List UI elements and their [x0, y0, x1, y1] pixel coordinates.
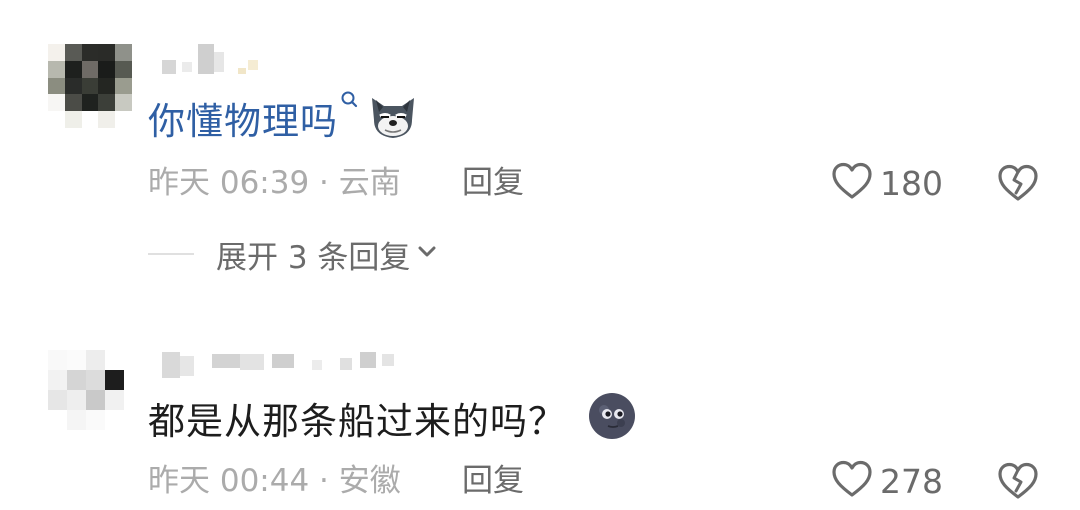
search-icon[interactable] [340, 90, 358, 130]
like-count: 278 [880, 461, 943, 501]
like-button[interactable]: 278 [830, 459, 943, 503]
comment-text: 都是从那条船过来的吗？ [148, 400, 566, 443]
like-button[interactable]: 180 [830, 161, 943, 205]
broken-heart-icon[interactable] [996, 461, 1040, 505]
comment-time-location: 昨天 00:44 · 安徽 [148, 463, 401, 499]
heart-icon [830, 161, 874, 205]
avatar[interactable] [48, 350, 124, 430]
username-pixelated[interactable] [162, 350, 422, 380]
heart-icon [830, 459, 874, 503]
wolf-face-icon [368, 92, 418, 144]
avatar[interactable] [48, 44, 132, 128]
comment-time-location: 昨天 06:39 · 云南 [148, 165, 401, 201]
expand-replies-button[interactable]: 展开 3 条回复 [148, 234, 438, 276]
new-moon-face-icon [588, 392, 636, 444]
comment-item: 都是从那条船过来的吗？ 昨天 00:44 · 安徽 回复 278 [0, 330, 1080, 510]
like-count: 180 [880, 163, 943, 203]
divider [148, 253, 194, 255]
reply-button[interactable]: 回复 [462, 163, 524, 203]
reply-button[interactable]: 回复 [462, 461, 524, 501]
username-pixelated[interactable] [162, 44, 272, 74]
chevron-down-icon [416, 244, 438, 264]
comment-item: 你懂物理吗 昨天 06:39 · 云南 回复 180 展开 3 条回复 [0, 0, 1080, 300]
comment-text: 你懂物理吗 [148, 100, 338, 143]
expand-replies-label: 展开 3 条回复 [216, 239, 411, 276]
broken-heart-icon[interactable] [996, 163, 1040, 207]
